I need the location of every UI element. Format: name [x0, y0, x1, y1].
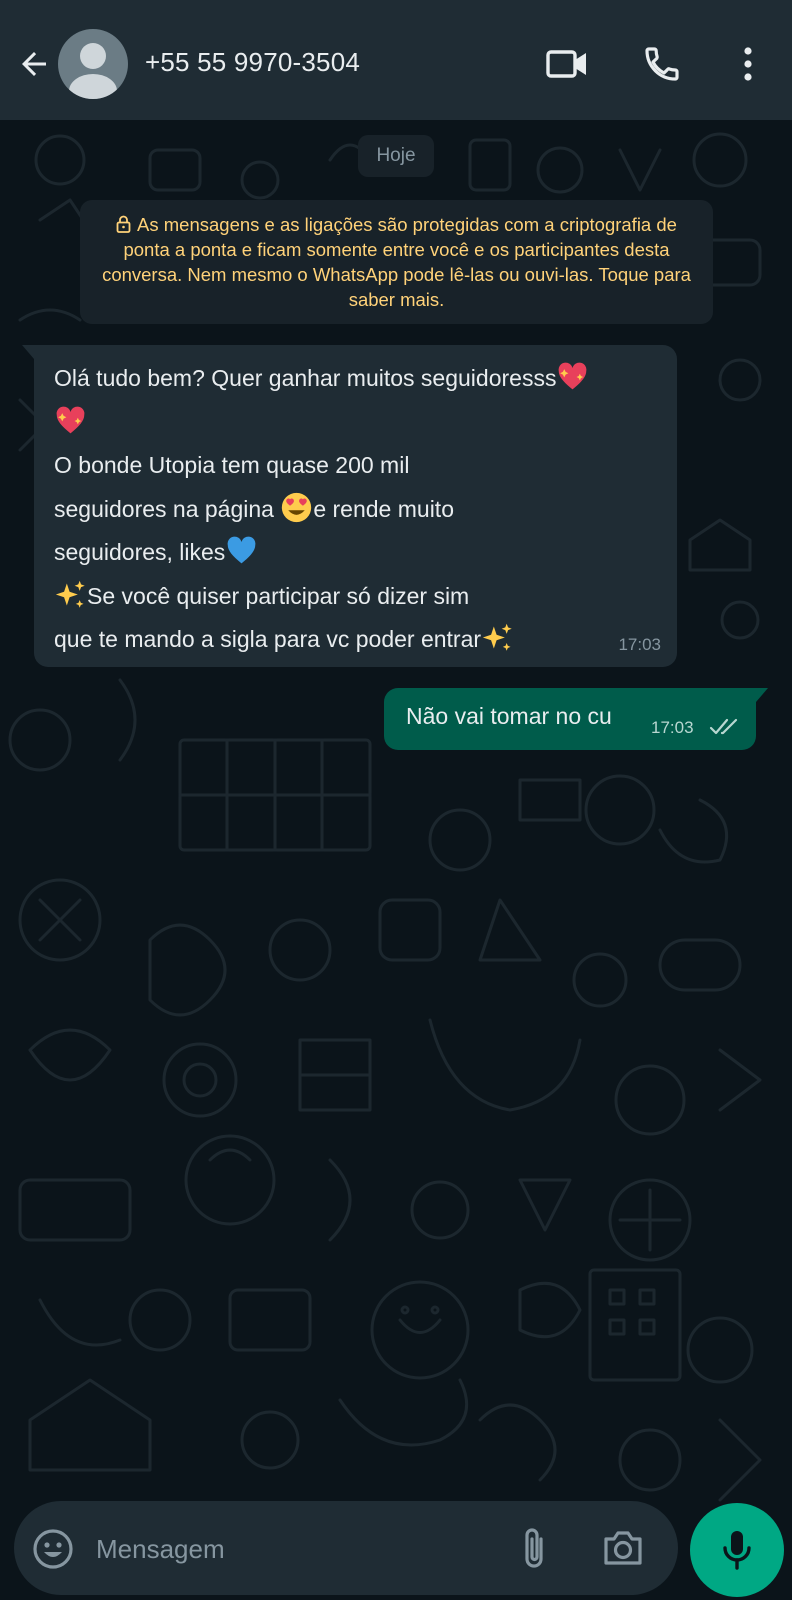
avatar-placeholder-icon — [69, 43, 117, 99]
message-line: que te mando a sigla para vc poder entra… — [54, 626, 482, 652]
date-chip: Hoje — [358, 135, 434, 177]
wallpaper-doodles — [8, 132, 762, 1502]
message-line: e rende muito — [313, 495, 454, 522]
contact-name[interactable]: +55 55 9970-3504 — [145, 47, 360, 78]
lock-icon — [116, 215, 131, 233]
camera-button[interactable] — [600, 1525, 646, 1571]
message-input[interactable] — [96, 1529, 496, 1569]
blue-heart-emoji-icon — [225, 534, 258, 567]
message-time: 17:03 — [651, 718, 694, 737]
message-line: Se você quiser participar só dizer sim — [87, 582, 470, 609]
sparkles-emoji-icon — [481, 621, 514, 654]
message-time: 17:03 — [618, 635, 661, 654]
bubble-tail — [756, 688, 768, 702]
sparkles-emoji-icon — [54, 578, 87, 611]
emoji-icon — [33, 1529, 73, 1569]
back-arrow-icon — [22, 52, 46, 76]
phone-call-icon — [645, 47, 679, 81]
message-line: seguidores, likes — [54, 539, 226, 565]
attach-button[interactable] — [514, 1523, 554, 1573]
more-options-button[interactable] — [730, 42, 766, 86]
outgoing-message-bubble[interactable]: Não vai tomar no cu 17:03 — [384, 688, 768, 750]
voice-call-button[interactable] — [640, 42, 684, 86]
back-button[interactable] — [14, 44, 54, 84]
message-input-bar — [14, 1501, 678, 1595]
camera-icon — [604, 1531, 642, 1565]
attach-icon — [525, 1528, 543, 1568]
chat-screen: +55 55 9970-3504 Hoje As mensagens e as … — [0, 0, 792, 1600]
bubble-tail — [22, 345, 34, 359]
message-line: Olá tudo bem? Quer ganhar muitos seguido… — [54, 365, 557, 391]
heart-with-sparkles-emoji-icon — [556, 360, 589, 393]
encryption-notice[interactable]: As mensagens e as ligações são protegida… — [80, 200, 713, 324]
message-line: O bonde Utopia tem quase 200 mil — [54, 452, 410, 478]
message-text: Olá tudo bem? Quer ganhar muitos seguido… — [54, 357, 674, 662]
chat-wallpaper — [0, 120, 792, 1600]
mic-icon — [723, 1531, 751, 1570]
incoming-message-bubble[interactable]: Olá tudo bem? Quer ganhar muitos seguido… — [22, 345, 677, 667]
avatar[interactable] — [58, 29, 128, 99]
encryption-notice-text: As mensagens e as ligações são protegida… — [102, 214, 691, 310]
more-options-icon — [744, 47, 752, 81]
video-call-icon — [546, 50, 586, 78]
chat-header: +55 55 9970-3504 — [0, 0, 792, 120]
heart-with-sparkles-emoji-icon — [54, 404, 87, 437]
message-text: Não vai tomar no cu — [406, 703, 612, 729]
emoji-button[interactable] — [30, 1526, 76, 1572]
video-call-button[interactable] — [544, 44, 590, 84]
message-line: seguidores na página — [54, 495, 281, 522]
double-check-icon — [709, 718, 738, 735]
heart-eyes-emoji-icon — [280, 491, 313, 524]
voice-message-button[interactable] — [690, 1503, 784, 1597]
